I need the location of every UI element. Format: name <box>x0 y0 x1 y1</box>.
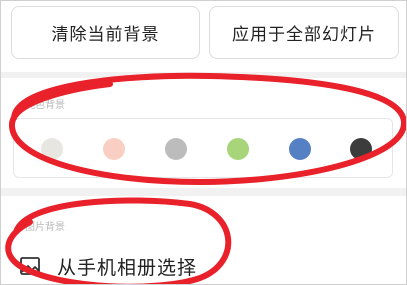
color-swatch-panel <box>13 118 393 178</box>
choose-from-album-row[interactable]: 从手机相册选择 <box>19 250 197 282</box>
swatch-peach[interactable] <box>103 138 125 160</box>
choose-from-album-label: 从手机相册选择 <box>57 256 198 279</box>
background-actions-panel: 清除当前背景 应用于全部幻灯片 <box>1 0 406 72</box>
picture-background-section: 图片背景 从手机相册选择 <box>1 196 406 285</box>
swatch-light-gray[interactable] <box>41 138 63 160</box>
solid-color-section-label: 纯色背景 <box>25 100 65 111</box>
swatch-dark[interactable] <box>350 138 372 160</box>
swatch-gray[interactable] <box>165 138 187 160</box>
solid-color-section: 纯色背景 <box>1 78 406 188</box>
image-icon <box>20 257 40 275</box>
clear-current-background-button[interactable]: 清除当前背景 <box>11 6 200 59</box>
apply-to-all-slides-button[interactable]: 应用于全部幻灯片 <box>209 6 399 59</box>
picture-section-label: 图片背景 <box>25 222 65 233</box>
swatch-blue[interactable] <box>289 138 311 160</box>
swatch-green[interactable] <box>227 138 249 160</box>
